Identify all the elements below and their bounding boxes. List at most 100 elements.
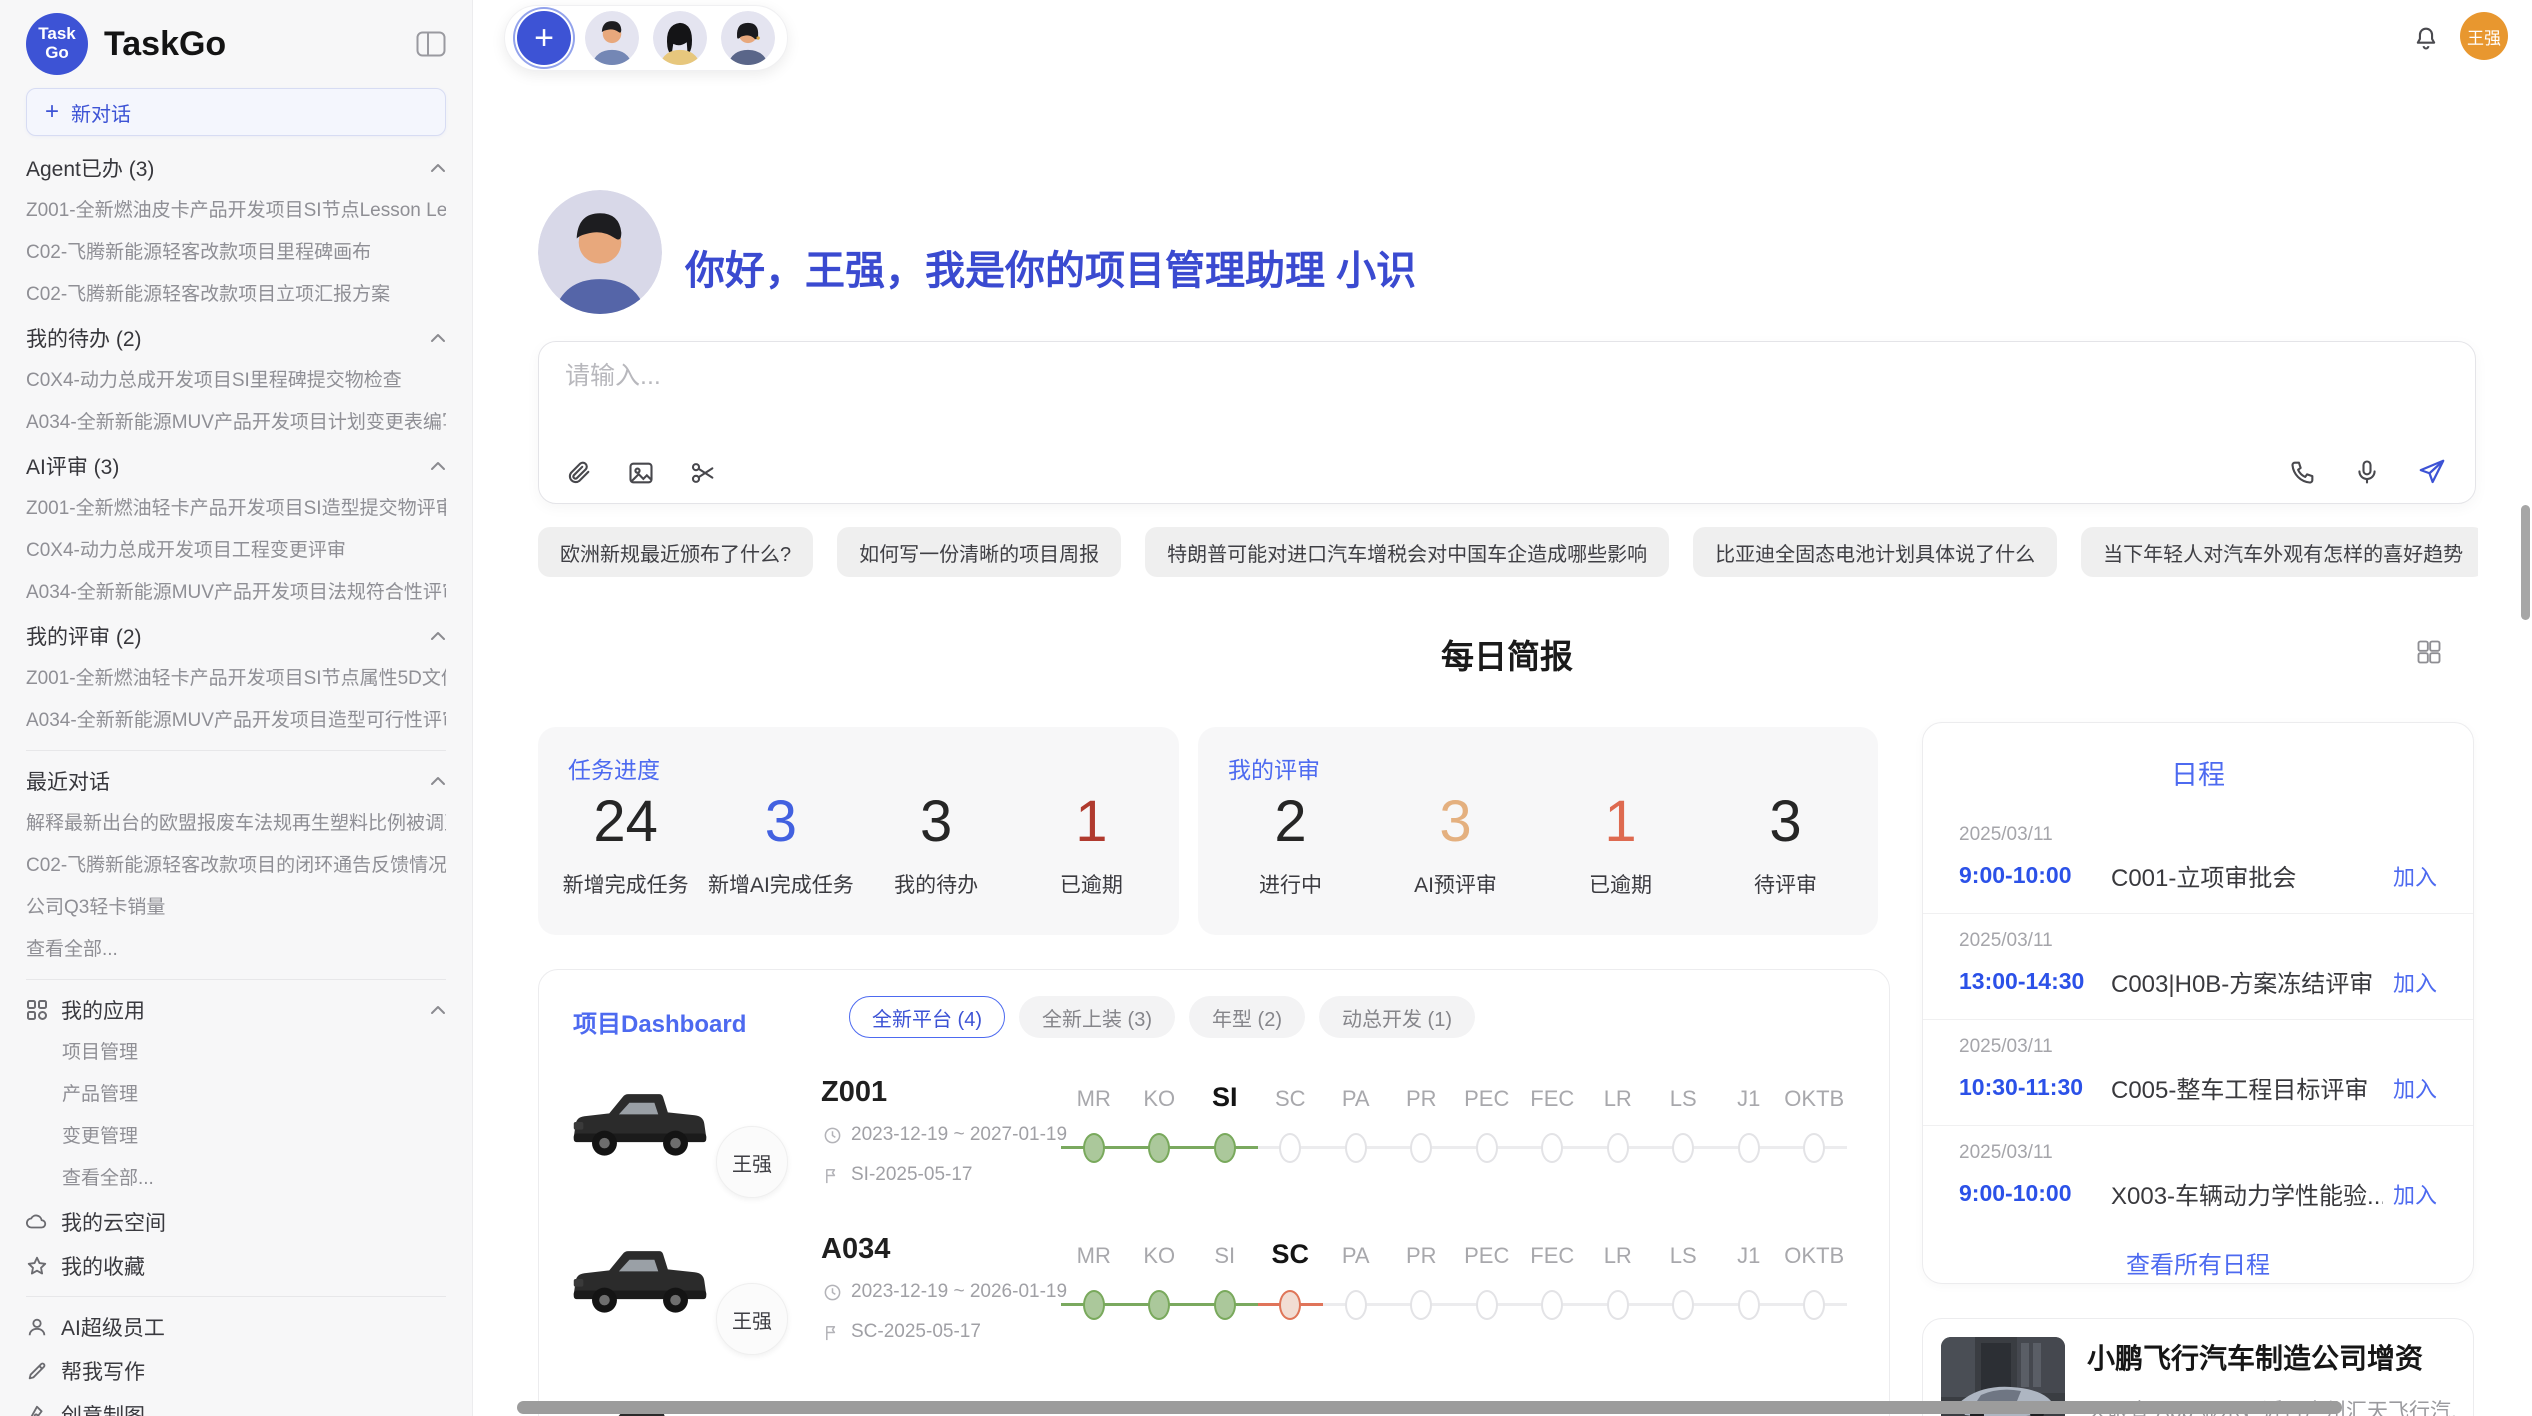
clock-icon (823, 1283, 842, 1302)
milestone-LR: LR (1585, 1070, 1651, 1200)
task-progress-title: 任务进度 (568, 751, 660, 785)
sidebar-section-header[interactable]: 我的评审 (2) (26, 614, 446, 658)
sidebar-item[interactable]: A034-全新新能源MUV产品开发项目法规符合性评审 (26, 572, 446, 614)
agent-avatar-3[interactable] (721, 11, 775, 65)
event-time: 9:00-10:00 (1959, 862, 2111, 889)
sidebar-item[interactable]: A034-全新新能源MUV产品开发项目计划变更表编写 (26, 402, 446, 444)
notification-bell-icon[interactable] (2412, 24, 2440, 52)
recent-chat-item[interactable]: 公司Q3轻卡销量 (26, 887, 446, 929)
sidebar-collapse-icon[interactable] (416, 31, 446, 57)
recent-chats-header[interactable]: 最近对话 (26, 759, 446, 803)
milestone-LR: LR (1585, 1227, 1651, 1357)
project-flag: SI-2025-05-17 (823, 1164, 972, 1186)
event-date: 2025/03/11 (1959, 824, 2437, 846)
milestone-PA: PA (1323, 1227, 1389, 1357)
image-icon[interactable] (627, 459, 655, 487)
dashboard-tab[interactable]: 动总开发 (1) (1319, 996, 1475, 1038)
plus-icon: + (45, 100, 59, 124)
sidebar-item[interactable]: C02-飞腾新能源轻客改款项目里程碑画布 (26, 232, 446, 274)
project-dashboard-card: 项目Dashboard 全新平台 (4)全新上装 (3)年型 (2)动总开发 (… (538, 969, 1890, 1416)
sidebar-item[interactable]: Z001-全新燃油皮卡产品开发项目SI节点Lesson Learn报告 (26, 190, 446, 232)
stat-value: 3 (1703, 789, 1868, 855)
agent-avatar-1[interactable] (585, 11, 639, 65)
add-agent-button[interactable]: + (517, 11, 571, 65)
tool-label: 创意制图 (61, 1400, 145, 1416)
stat-label: 待评审 (1703, 869, 1868, 899)
sidebar-item-ai-super-staff[interactable]: AI超级员工 (26, 1305, 446, 1349)
agent-avatar-2[interactable] (653, 11, 707, 65)
app-sub-item[interactable]: 项目管理 (26, 1032, 446, 1074)
briefing-layout-icon[interactable] (2415, 638, 2443, 666)
sidebar: Task Go TaskGo + 新对话 Agent已办 (3)Z001-全新燃… (0, 0, 473, 1416)
sidebar-item-favorites[interactable]: 我的收藏 (26, 1244, 446, 1288)
sidebar-item[interactable]: A034-全新新能源MUV产品开发项目造型可行性评审 (26, 700, 446, 742)
stat-value: 1 (1538, 789, 1703, 855)
sidebar-item[interactable]: C0X4-动力总成开发项目SI里程碑提交物检查 (26, 360, 446, 402)
divider (26, 1296, 446, 1297)
mic-icon[interactable] (2353, 458, 2381, 486)
stat-label: 新增AI完成任务 (703, 869, 858, 899)
sidebar-item-help-me-write[interactable]: 帮我写作 (26, 1349, 446, 1393)
scissors-icon[interactable] (689, 459, 717, 487)
main-area: + 王强 你好，王强，我是你的项目管理助理 小识 欧洲新规最近颁布了什么?如何写… (473, 0, 2532, 1416)
milestone-OKTB: OKTB (1782, 1070, 1848, 1200)
suggestion-chip[interactable]: 当下年轻人对汽车外观有怎样的喜好趋势 (2081, 527, 2478, 577)
attachment-icon[interactable] (565, 459, 593, 487)
dashboard-tab[interactable]: 全新平台 (4) (849, 996, 1005, 1038)
recent-chat-item[interactable]: C02-飞腾新能源轻客改款项目的闭环通告反馈情况 (26, 845, 446, 887)
suggestion-chip[interactable]: 欧洲新规最近颁布了什么? (538, 527, 813, 577)
sidebar-list: Agent已办 (3)Z001-全新燃油皮卡产品开发项目SI节点Lesson L… (26, 146, 446, 1416)
phone-icon[interactable] (2289, 458, 2317, 486)
join-meeting-link[interactable]: 加入 (2393, 966, 2437, 998)
dashboard-tab[interactable]: 年型 (2) (1189, 996, 1305, 1038)
recent-chat-item[interactable]: 解释最新出台的欧盟报废车法规再生塑料比例被调至15%... (26, 803, 446, 845)
dashboard-tab[interactable]: 全新上装 (3) (1019, 996, 1175, 1038)
sidebar-section-header[interactable]: Agent已办 (3) (26, 146, 446, 190)
horizontal-scrollbar-thumb[interactable] (517, 1401, 2342, 1414)
vertical-scrollbar-thumb[interactable] (2521, 505, 2530, 620)
app-sub-item[interactable]: 产品管理 (26, 1074, 446, 1116)
milestone-MR: MR (1061, 1070, 1127, 1200)
sidebar-item-my-apps[interactable]: 我的应用 (26, 988, 446, 1032)
apps-view-all-link[interactable]: 查看全部... (26, 1158, 446, 1200)
milestone-LS: LS (1651, 1070, 1717, 1200)
user-avatar[interactable]: 王强 (2460, 12, 2508, 60)
milestone-J1: J1 (1716, 1227, 1782, 1357)
section-label: AI评审 (3) (26, 451, 119, 481)
chat-input[interactable] (565, 362, 2165, 391)
milestone-SC: SC (1258, 1070, 1324, 1200)
milestone-dot (1803, 1133, 1825, 1163)
view-all-schedule-link[interactable]: 查看所有日程 (1923, 1245, 2473, 1280)
sidebar-item[interactable]: C02-飞腾新能源轻客改款项目立项汇报方案 (26, 274, 446, 316)
project-row[interactable]: 王强Z0012023-12-19 ~ 2027-01-19SI-2025-05-… (539, 1070, 1889, 1227)
schedule-event: 2025/03/119:00-10:00X003-车辆动力学性能验...加入 (1923, 1126, 2473, 1231)
project-row[interactable]: 王强A0342023-12-19 ~ 2026-01-19SC-2025-05-… (539, 1227, 1889, 1384)
join-meeting-link[interactable]: 加入 (2393, 1178, 2437, 1210)
sidebar-item[interactable]: C0X4-动力总成开发项目工程变更评审 (26, 530, 446, 572)
event-title: C003|H0B-方案冻结评审 (2111, 964, 2383, 999)
milestone-OKTB: OKTB (1782, 1227, 1848, 1357)
milestone-dot (1607, 1290, 1629, 1320)
send-icon[interactable] (2417, 457, 2447, 487)
milestone-dot (1476, 1290, 1498, 1320)
app-sub-item[interactable]: 变更管理 (26, 1116, 446, 1158)
event-time: 10:30-11:30 (1959, 1074, 2111, 1101)
join-meeting-link[interactable]: 加入 (2393, 1072, 2437, 1104)
sidebar-section-header[interactable]: 我的待办 (2) (26, 316, 446, 360)
milestone-SI: SI (1192, 1070, 1258, 1200)
suggestion-chip[interactable]: 如何写一份清晰的项目周报 (837, 527, 1121, 577)
recent-view-all-link[interactable]: 查看全部... (26, 929, 446, 971)
new-chat-button[interactable]: + 新对话 (26, 88, 446, 136)
join-meeting-link[interactable]: 加入 (2393, 860, 2437, 892)
sidebar-item-creative-drawing[interactable]: 创意制图 (26, 1393, 446, 1416)
sidebar-item[interactable]: Z001-全新燃油轻卡产品开发项目SI造型提交物评审 (26, 488, 446, 530)
project-flag: SC-2025-05-17 (823, 1321, 981, 1343)
stat-item: 2进行中 (1208, 789, 1373, 899)
sidebar-item-cloud-space[interactable]: 我的云空间 (26, 1200, 446, 1244)
suggestion-chip[interactable]: 特朗普可能对进口汽车增税会对中国车企造成哪些影响 (1145, 527, 1669, 577)
stat-value: 3 (703, 789, 858, 855)
sidebar-item[interactable]: Z001-全新燃油轻卡产品开发项目SI节点属性5D文件评审 (26, 658, 446, 700)
sidebar-section-header[interactable]: AI评审 (3) (26, 444, 446, 488)
suggestion-chip[interactable]: 比亚迪全固态电池计划具体说了什么 (1693, 527, 2057, 577)
milestone-PEC: PEC (1454, 1227, 1520, 1357)
